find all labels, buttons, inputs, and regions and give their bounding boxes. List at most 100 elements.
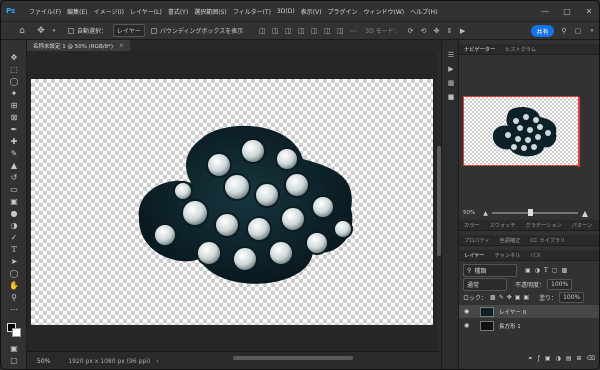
auto-select-checkbox[interactable] [68,27,74,34]
roll-3d-icon[interactable]: ⟲ [419,26,429,36]
fill-value[interactable]: 100% [559,292,585,303]
minimize-icon[interactable]: — [535,1,555,21]
tab-swatches[interactable]: スウォッチ [485,222,521,229]
menu-type[interactable]: 書式(Y) [165,7,191,16]
document-canvas[interactable] [31,79,433,325]
filter-smart-object-icon[interactable]: ▩ [562,267,568,274]
canvas-area[interactable] [27,51,437,351]
align-left-icon[interactable]: ◫ [257,26,267,36]
link-layers-icon[interactable]: ⚭ [528,355,533,362]
actions-play-icon[interactable]: ▶ [446,64,456,74]
slide-3d-icon[interactable]: ⇕ [445,26,455,36]
filter-pixel-icon[interactable]: ▣ [525,267,531,274]
menu-help[interactable]: ヘルプ(H) [407,7,440,16]
menu-select[interactable]: 選択範囲(S) [191,7,230,16]
orbit-3d-icon[interactable]: ⟳ [406,26,416,36]
new-group-icon[interactable]: ▤ [566,355,572,362]
lock-artboard-icon[interactable]: ▣ [515,294,521,301]
status-zoom[interactable]: 50% [37,358,50,365]
tab-navigator[interactable]: ナビゲーター [459,46,500,53]
clone-stamp-tool-icon[interactable]: ▲ [7,160,21,171]
shape-tool-icon[interactable]: ◯ [7,268,21,279]
menu-filter[interactable]: フィルター(T) [230,7,274,16]
history-icon[interactable]: ☰ [446,50,456,60]
auto-select-target-dropdown[interactable]: レイヤー [113,24,145,37]
opacity-value[interactable]: 100% [547,279,573,290]
tab-gradients[interactable]: グラデーション [521,222,567,229]
lasso-tool-icon[interactable]: ◯ [7,76,21,87]
align-center-icon[interactable]: ◫ [270,26,280,36]
healing-brush-tool-icon[interactable]: ✚ [7,136,21,147]
background-color-swatch[interactable] [12,328,21,337]
type-tool-icon[interactable]: T [7,244,21,255]
comments-icon[interactable]: ■ [446,92,456,102]
filter-shape-icon[interactable]: ▢ [552,267,558,274]
tab-cc-libraries[interactable]: CC ライブラリ [525,237,570,244]
bounding-box-option[interactable]: バウンディングボックスを表示 [150,26,243,35]
quick-select-tool-icon[interactable]: ✦ [7,88,21,99]
layer-filter-dropdown[interactable]: ⚲ 種類 [463,264,517,277]
tab-paths[interactable]: パス [525,252,545,259]
move-tool-icon[interactable]: ✥ [7,52,21,63]
share-button[interactable]: 共有 [531,25,554,37]
layer-name[interactable]: 長方形 1 [499,322,521,330]
more-options-icon[interactable]: ⋯ [348,26,358,36]
close-icon[interactable]: ✕ [579,1,599,21]
gradient-tool-icon[interactable]: ▣ [7,196,21,207]
tab-adjustments[interactable]: 色調補正 [495,237,526,244]
character-icon[interactable]: ▦ [446,78,456,88]
menu-window[interactable]: ウィンドウ(W) [360,7,407,16]
lock-position-icon[interactable]: ✥ [507,294,512,301]
quick-mask-icon[interactable]: ▣ [7,343,21,354]
align-bottom-icon[interactable]: ◫ [322,26,332,36]
menu-3d[interactable]: 3D(D) [274,8,298,15]
document-tab[interactable]: 名称未設定 1 @ 50% (RGB/8*) × [27,40,130,51]
zoom-in-icon[interactable]: ▲ [582,209,588,218]
path-selection-tool-icon[interactable]: ➤ [7,256,21,267]
auto-select-option[interactable]: 自動選択： [68,26,107,35]
status-arrow-icon[interactable]: › [156,358,158,365]
tab-histogram[interactable]: ヒストグラム [500,46,541,53]
zoom-tool-icon[interactable]: ⚲ [7,292,21,303]
menu-layer[interactable]: レイヤー(L) [127,7,165,16]
brush-tool-icon[interactable]: ✎ [7,148,21,159]
pan-3d-icon[interactable]: ✥ [432,26,442,36]
delete-layer-icon[interactable]: ⌫ [587,355,595,362]
dodge-tool-icon[interactable]: ◑ [7,220,21,231]
screen-mode-icon[interactable]: ▢ [7,355,21,366]
bounding-box-checkbox[interactable] [150,27,157,34]
align-top-icon[interactable]: ◫ [296,26,306,36]
navigator-zoom-handle[interactable] [527,209,533,216]
move-tool-preset-icon[interactable]: ✥ [36,26,46,36]
layer-style-icon[interactable]: ƒ [538,355,540,362]
menu-view[interactable]: 表示(V) [298,7,325,16]
add-mask-icon[interactable]: ▣ [545,355,551,362]
new-layer-icon[interactable]: ⊞ [576,355,581,362]
zoom-out-icon[interactable]: ▲ [483,210,488,217]
crop-tool-icon[interactable]: ⊞ [7,100,21,111]
search-icon[interactable]: ⚲ [559,26,569,36]
close-tab-icon[interactable]: × [119,43,124,49]
edit-toolbar-icon[interactable]: ⋯ [7,304,21,315]
eyedropper-tool-icon[interactable]: ✒ [7,124,21,135]
workspace-chevron-icon[interactable]: ▾ [587,26,597,36]
filter-type-icon[interactable]: T [544,267,548,274]
tab-channels[interactable]: チャンネル [490,252,526,259]
align-middle-icon[interactable]: ◫ [309,26,319,36]
layer-row[interactable]: ◉ 長方形 1 [459,319,599,332]
tab-properties[interactable]: プロパティ [459,237,495,244]
history-brush-tool-icon[interactable]: ↺ [7,172,21,183]
blend-mode-dropdown[interactable]: 通常 [463,278,507,291]
menu-edit[interactable]: 編集(E) [64,7,90,16]
tab-layers[interactable]: レイヤー [459,252,490,259]
align-right-icon[interactable]: ◫ [283,26,293,36]
horizontal-scrollbar-thumb[interactable] [233,356,353,360]
video-camera-icon[interactable]: ▶ [458,26,468,36]
filter-adjustment-icon[interactable]: ◑ [535,267,540,274]
menu-image[interactable]: イメージ(I) [91,7,127,16]
menu-plugins[interactable]: プラグイン [324,7,360,16]
visibility-eye-icon[interactable]: ◉ [464,308,472,315]
navigator-preview[interactable] [463,96,580,167]
blur-tool-icon[interactable]: ● [7,208,21,219]
marquee-tool-icon[interactable]: ⬚ [7,64,21,75]
